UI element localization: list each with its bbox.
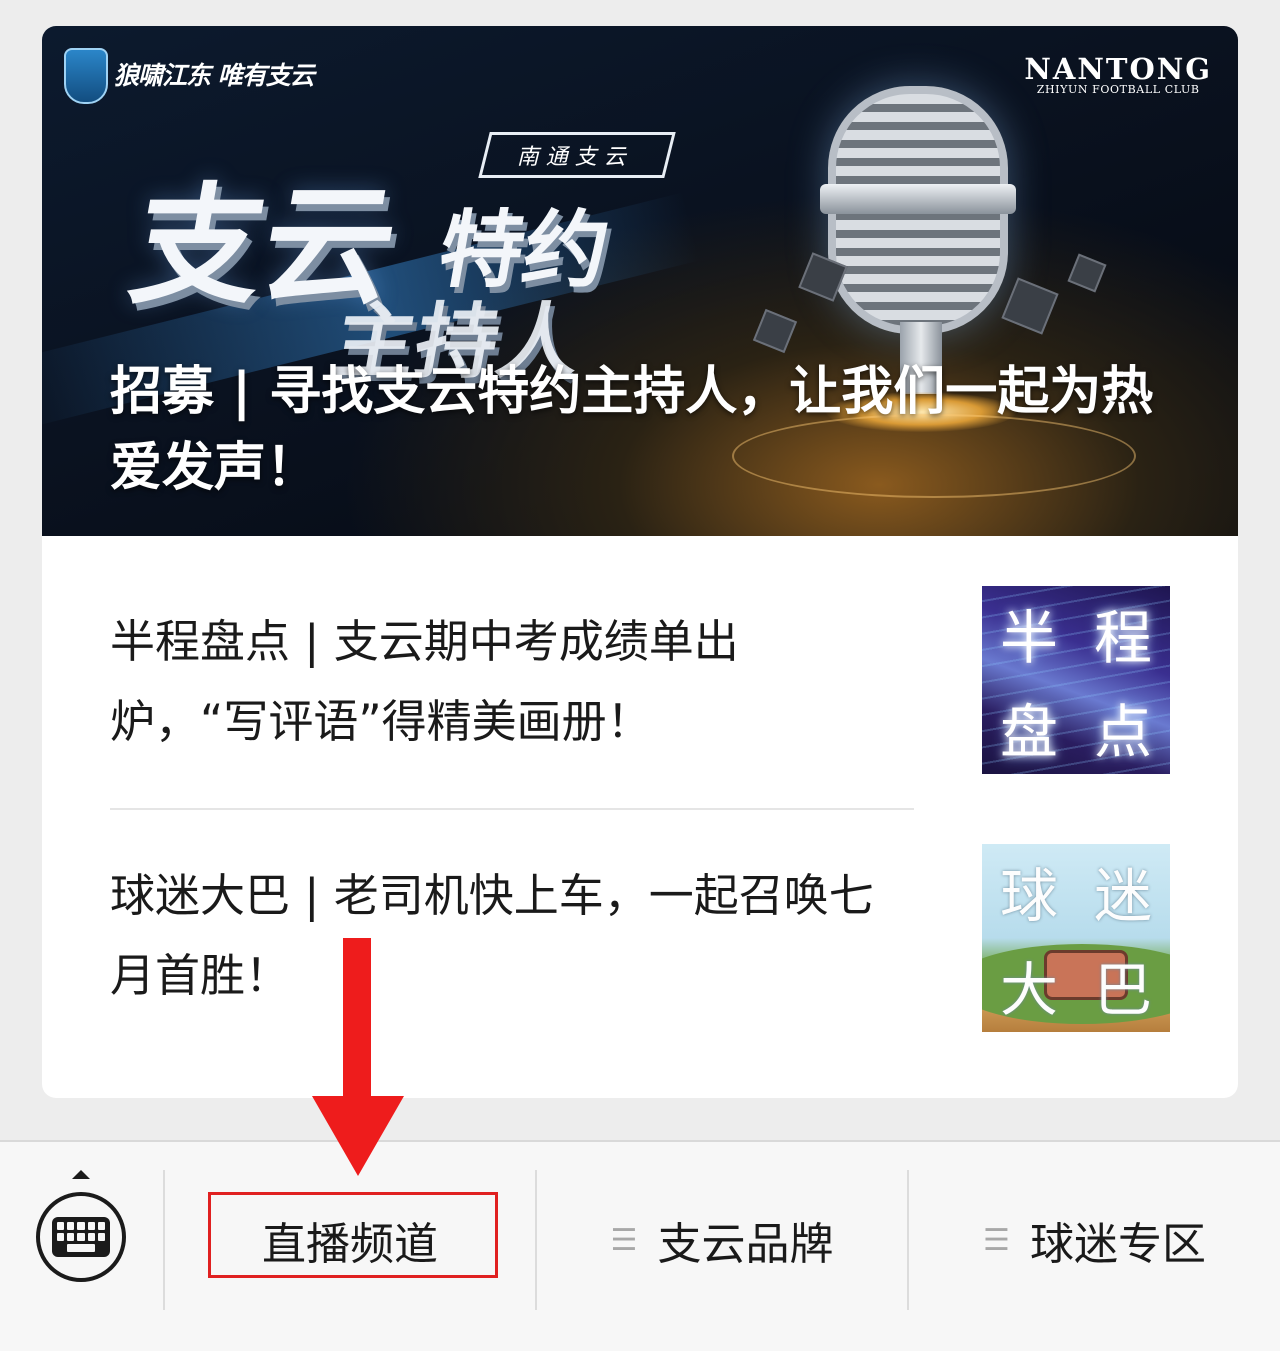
article-card: 狼啸江东 唯有支云 NANTONG ZHIYUN FOOTBALL CLUB 南… <box>42 26 1238 1098</box>
keyboard-toggle-button[interactable] <box>36 1192 126 1282</box>
article-thumbnail: 半 程 盘 点 <box>982 586 1170 774</box>
club-logo-icon <box>64 48 108 104</box>
dice-icon <box>752 308 798 354</box>
article-item[interactable]: 球迷大巴 | 老司机快上车，一起召唤七月首胜！ 球 迷 大 巴 <box>42 844 1238 1066</box>
thumbnail-char: 大 <box>999 956 1058 1024</box>
thumbnail-char: 迷 <box>1093 862 1152 930</box>
thumbnail-char: 点 <box>1093 698 1152 766</box>
thumbnail-char: 巴 <box>1093 956 1152 1024</box>
highlight-box <box>208 1192 498 1278</box>
article-divider <box>110 808 914 810</box>
hero-brand-title: NANTONG <box>1024 52 1212 86</box>
microphone-band <box>820 184 1016 214</box>
menu-item-label: 支云品牌 <box>657 1219 834 1270</box>
article-item[interactable]: 半程盘点 | 支云期中考成绩单出炉，“写评语”得精美画册！ 半 程 盘 点 <box>42 586 1238 808</box>
menu-item-label: 球迷专区 <box>1029 1219 1206 1270</box>
hero-article[interactable]: 狼啸江东 唯有支云 NANTONG ZHIYUN FOOTBALL CLUB 南… <box>42 26 1238 536</box>
article-thumbnail: 球 迷 大 巴 <box>982 844 1170 1032</box>
hero-brand-subtitle: ZHIYUN FOOTBALL CLUB <box>1036 83 1200 96</box>
hero-brand-mark: NANTONG ZHIYUN FOOTBALL CLUB <box>1024 54 1212 96</box>
dice-icon <box>1067 253 1107 293</box>
caret-up-icon <box>72 1170 90 1179</box>
dice-icon <box>1001 277 1059 335</box>
menu-item-brand[interactable]: ☰ 支云品牌 <box>537 1200 907 1280</box>
thumbnail-char: 球 <box>999 862 1058 930</box>
pointer-arrow <box>343 938 371 1098</box>
menu-lines-icon: ☰ <box>983 1222 1010 1258</box>
hero-art-line2: 特约 <box>431 201 617 299</box>
bottom-menu-bar: 直播频道 ☰ 支云品牌 ☰ 球迷专区 <box>0 1140 1280 1351</box>
keyboard-icon <box>52 1217 110 1257</box>
thumbnail-char: 盘 <box>999 698 1058 766</box>
article-title: 球迷大巴 | 老司机快上车，一起召唤七月首胜！ <box>110 869 874 1002</box>
arrow-down-icon <box>312 1096 404 1176</box>
thumbnail-char: 程 <box>1093 604 1152 672</box>
hero-tag: 南通支云 <box>478 132 676 178</box>
menu-lines-icon: ☰ <box>610 1222 638 1258</box>
hero-headline: 招募 | 寻找支云特约主持人，让我们一起为热爱发声！ <box>110 362 1154 498</box>
hero-slogan: 狼啸江东 唯有支云 <box>114 61 315 90</box>
thumbnail-char: 半 <box>999 604 1058 672</box>
article-title: 半程盘点 | 支云期中考成绩单出炉，“写评语”得精美画册！ <box>110 615 739 748</box>
menu-item-fan-zone[interactable]: ☰ 球迷专区 <box>909 1200 1280 1280</box>
